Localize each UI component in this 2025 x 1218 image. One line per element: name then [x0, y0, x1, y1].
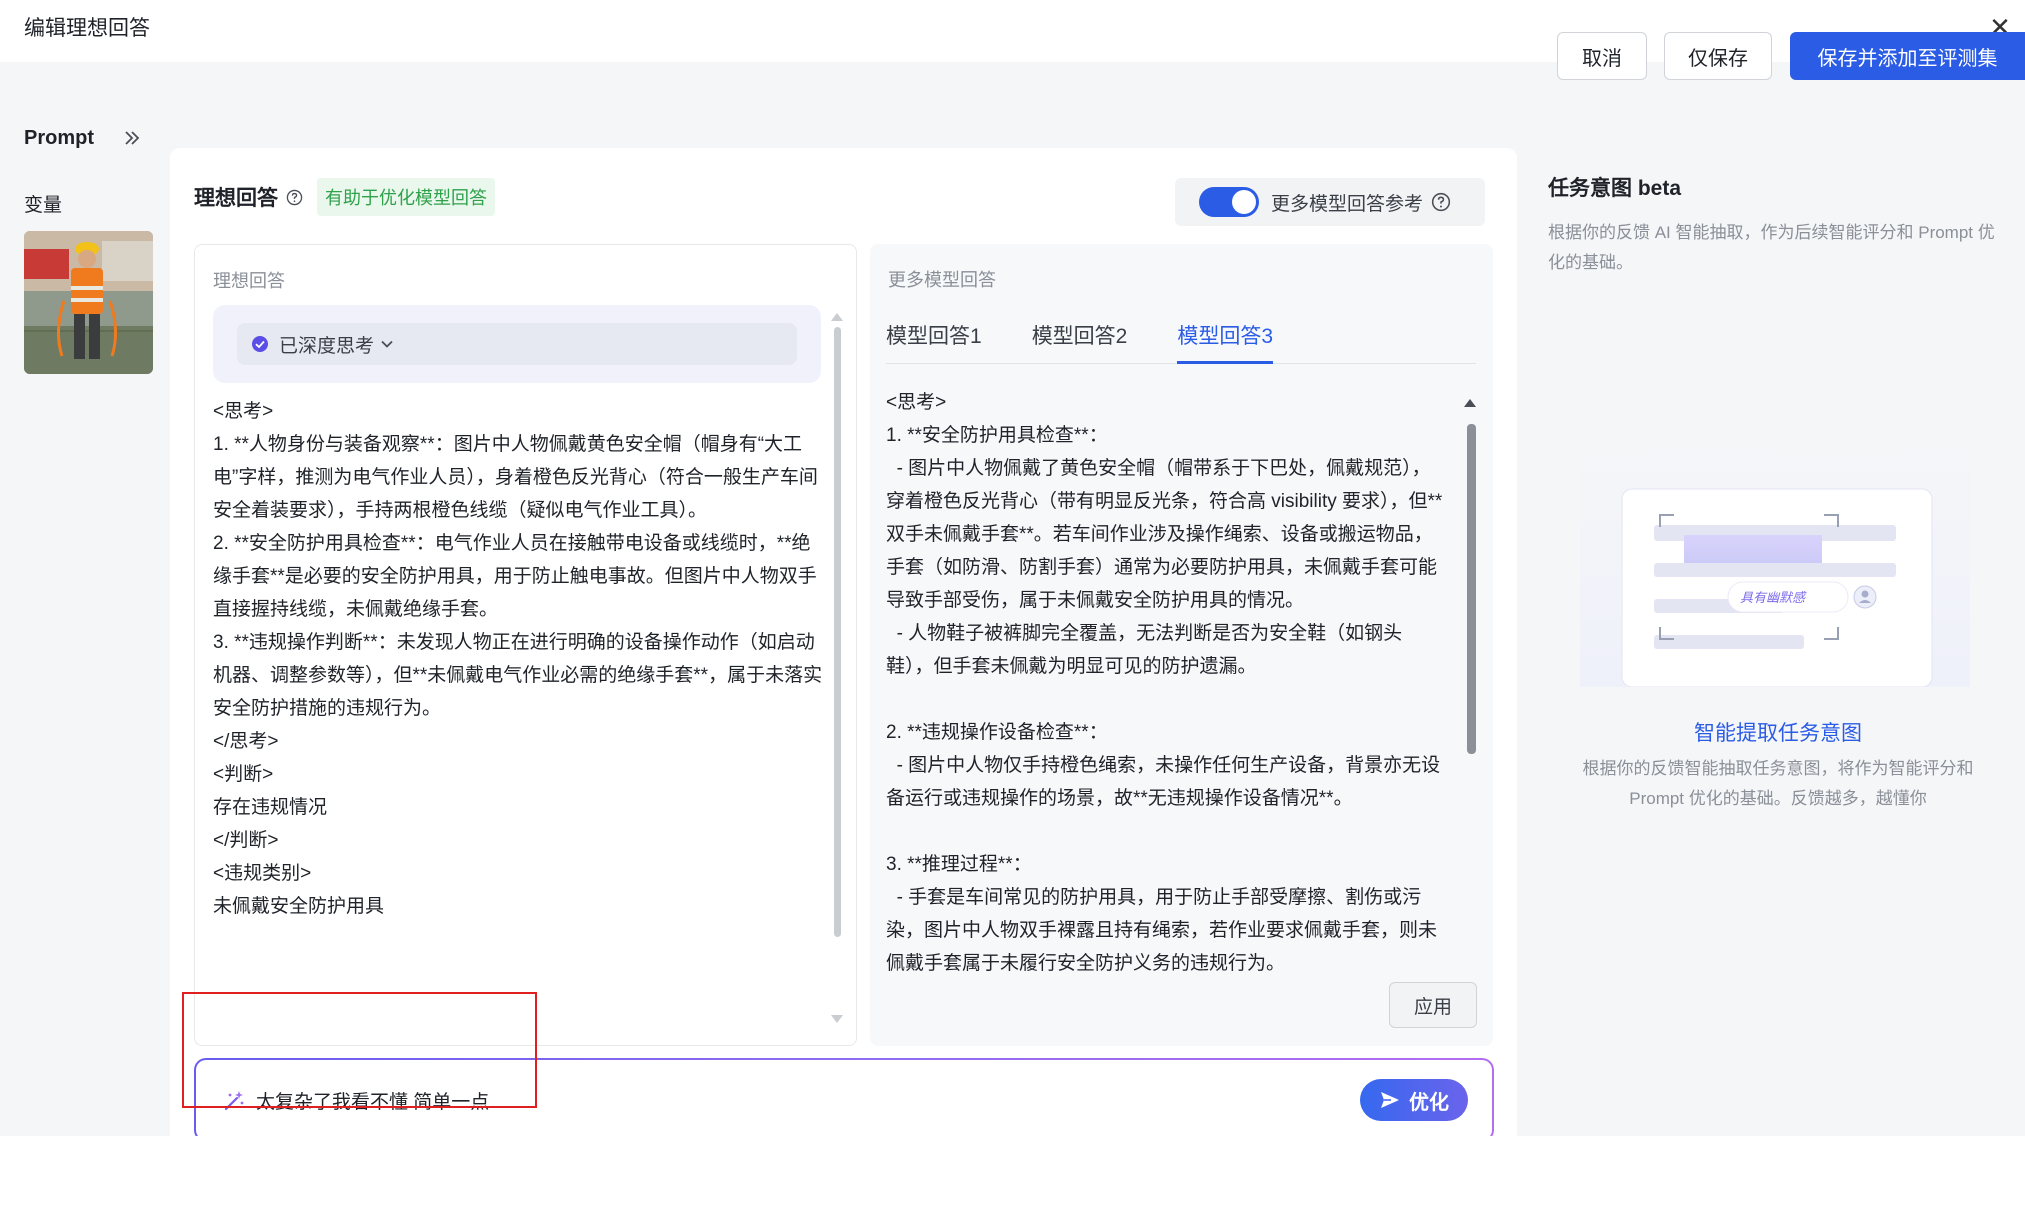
scroll-down-arrow[interactable] [831, 1015, 843, 1023]
more-model-answers-title: 更多模型回答 [888, 270, 996, 290]
optimize-feedback-input[interactable] [256, 1080, 1256, 1120]
model-answer-text: <思考> 1. **安全防护用具检查**： - 图片中人物佩戴了黄色安全帽（帽带… [886, 392, 1443, 974]
dialog-title: 编辑理想回答 [24, 17, 150, 40]
deep-thinking-status: 已深度思考 [279, 335, 375, 357]
ideal-answer-editor[interactable]: 理想回答 已深度思考 <思考> 1. **人物身份与装备观察**：图片中人物佩戴… [194, 244, 857, 1046]
more-model-answers-pane: 更多模型回答 模型回答1 模型回答2 模型回答3 <思考> 1. **安全防护用… [870, 244, 1493, 1046]
card-header: 理想回答 有助于优化模型回答 [194, 178, 495, 216]
ideal-answer-label: 理想回答 [213, 271, 285, 291]
optimize-button-label: 优化 [1409, 1091, 1449, 1114]
tab-model-answer-2[interactable]: 模型回答2 [1032, 314, 1128, 364]
more-model-answers-label: 更多模型回答参考 [1271, 193, 1424, 215]
save-only-button[interactable]: 仅保存 [1664, 32, 1772, 80]
scroll-up-arrow[interactable] [831, 313, 843, 321]
left-rail: Prompt 变量 [24, 122, 164, 374]
ideal-answer-scrollbar[interactable] [834, 327, 841, 937]
task-intent-panel: 任务意图 beta 根据你的反馈 AI 智能抽取，作为后续智能评分和 Promp… [1548, 172, 2008, 278]
ideal-answer-card: 理想回答 有助于优化模型回答 更多模型回答参考 理想回答 已深度思考 <思考> … [170, 148, 1517, 1174]
tab-model-answer-1[interactable]: 模型回答1 [886, 314, 982, 364]
variable-image-thumbnail[interactable] [24, 231, 153, 374]
deep-thinking-box: 已深度思考 [213, 305, 821, 383]
toggle-knob [1232, 190, 1256, 214]
model-answer-tabs: 模型回答1 模型回答2 模型回答3 [886, 314, 1476, 364]
task-intent-help-text: 根据你的反馈智能抽取任务意图，将作为智能评分和 Prompt 优化的基础。反馈越… [1582, 759, 1974, 808]
extract-task-intent-link[interactable]: 智能提取任务意图 [1548, 717, 2008, 747]
help-circle-icon[interactable] [286, 189, 303, 206]
tab-model-answer-3[interactable]: 模型回答3 [1177, 314, 1274, 364]
task-intent-illustration: 具有幽默感 [1580, 447, 1970, 687]
dialog-body: Prompt 变量 理想回答 有助于优化模型回答 更多模型回答参考 理想回答 已… [0, 62, 2025, 1174]
variables-label: 变量 [24, 195, 63, 216]
ideal-answer-text[interactable]: <思考> 1. **人物身份与装备观察**：图片中人物佩戴黄色安全帽（帽身有“大… [213, 395, 823, 923]
scroll-up-arrow[interactable] [1464, 399, 1476, 407]
optimize-input-wrapper: 优化 [196, 1060, 1492, 1140]
check-circle-icon [252, 336, 268, 352]
cancel-button[interactable]: 取消 [1557, 32, 1647, 80]
send-icon [1381, 1092, 1399, 1108]
optimize-input-bar: 优化 [194, 1058, 1494, 1142]
more-model-answers-toggle[interactable] [1199, 187, 1259, 217]
double-chevron-right-icon[interactable] [122, 128, 142, 148]
optimize-button[interactable]: 优化 [1360, 1079, 1468, 1121]
magic-wand-icon [224, 1091, 244, 1111]
task-intent-description: 根据你的反馈 AI 智能抽取，作为后续智能评分和 Prompt 优化的基础。 [1548, 223, 1995, 272]
optimization-tag: 有助于优化模型回答 [317, 178, 495, 216]
prompt-label: Prompt [24, 126, 94, 149]
save-and-add-to-eval-button[interactable]: 保存并添加至评测集 [1790, 32, 2025, 80]
more-model-answers-toggle-group: 更多模型回答参考 [1175, 178, 1485, 226]
model-answer-scrollbar[interactable] [1467, 424, 1476, 754]
task-intent-title: 任务意图 beta [1548, 177, 1682, 200]
illustration-badge: 具有幽默感 [1740, 591, 1807, 606]
help-circle-icon[interactable] [1431, 192, 1451, 212]
chevron-down-icon [381, 340, 393, 348]
dialog-footer [0, 1136, 2025, 1218]
apply-button[interactable]: 应用 [1389, 982, 1477, 1028]
deep-thinking-toggle[interactable]: 已深度思考 [237, 323, 797, 365]
card-title: 理想回答 [194, 187, 278, 210]
prompt-row[interactable]: Prompt [24, 122, 164, 154]
